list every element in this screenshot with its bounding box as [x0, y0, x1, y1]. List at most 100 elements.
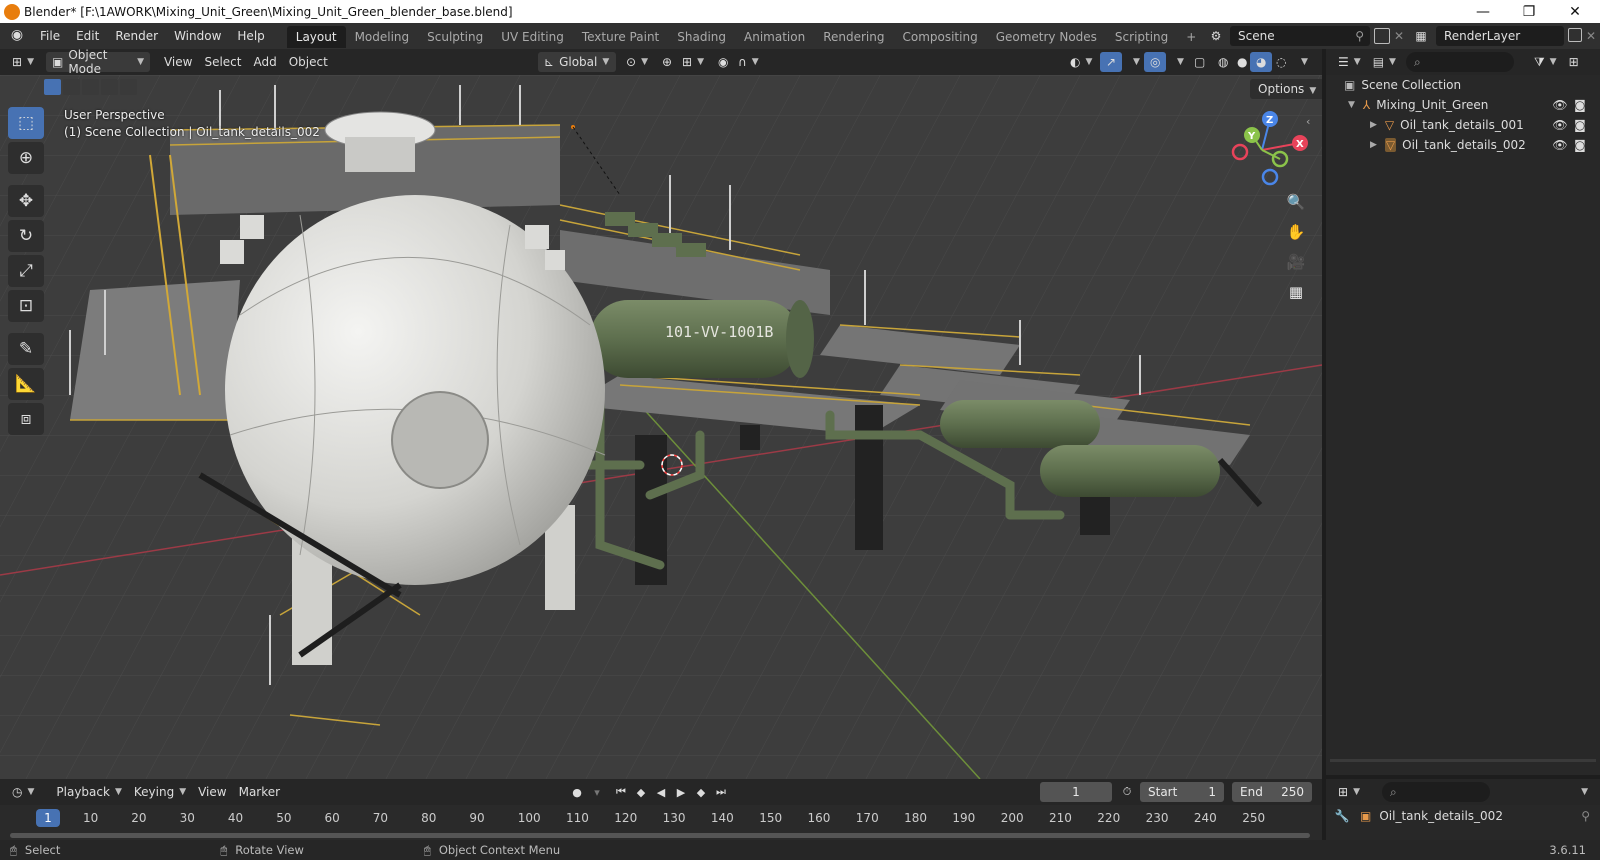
pivot-point-icon[interactable]: ⊙ ▼	[620, 52, 654, 72]
sidebar-toggle-icon[interactable]: ‹	[1306, 115, 1310, 128]
snap-target-icon[interactable]: ⊞ ▼	[676, 52, 710, 72]
properties-search-input[interactable]: ⌕	[1381, 782, 1490, 802]
menu-window[interactable]: Window	[166, 23, 229, 49]
delete-layer-icon[interactable]: ✕	[1586, 26, 1596, 46]
menu-file[interactable]: File	[32, 23, 68, 49]
rotate-icon[interactable]: ↻	[8, 220, 44, 252]
menu-edit[interactable]: Edit	[68, 23, 107, 49]
render-camera-icon[interactable]: ◙	[1572, 118, 1588, 132]
prev-keyframe-icon[interactable]: ◆	[632, 783, 650, 801]
render-camera-icon[interactable]: ◙	[1572, 98, 1588, 112]
end-frame-field[interactable]: End 250	[1232, 782, 1312, 802]
cursor-icon[interactable]: ⊕	[8, 142, 44, 174]
select-intersect-icon[interactable]	[120, 79, 137, 95]
select-subtract-icon[interactable]	[82, 79, 99, 95]
outliner-editor-icon[interactable]: ☰ ▼	[1332, 52, 1367, 72]
tool-settings-icon[interactable]: 🔧	[1332, 809, 1352, 829]
menu-add[interactable]: Add	[248, 52, 283, 72]
play-icon[interactable]: ▶	[672, 783, 690, 801]
pin-icon[interactable]: ⚲	[1581, 809, 1590, 823]
tab-animation[interactable]: Animation	[735, 26, 814, 48]
editor-type-icon[interactable]: ⊞ ▼	[6, 52, 40, 72]
menu-select[interactable]: Select	[198, 52, 247, 72]
pan-hand-icon[interactable]: ✋	[1283, 219, 1309, 245]
select-new-icon[interactable]	[44, 79, 61, 95]
close-button[interactable]: ✕	[1552, 0, 1598, 23]
3d-viewport[interactable]: 101-VV-1001B Z X Y User Perspective (1) …	[0, 75, 1322, 779]
maximize-button[interactable]: ❐	[1506, 0, 1552, 23]
outliner-row-mixing-unit[interactable]: ▼ ⅄ Mixing_Unit_Green 👁 ◙	[1326, 95, 1600, 115]
minimize-button[interactable]: —	[1460, 0, 1506, 23]
view-layer-icon[interactable]: ▦	[1410, 26, 1432, 46]
shading-dropdown-icon[interactable]: ▼	[1290, 52, 1314, 72]
xray-icon[interactable]: ▢	[1188, 52, 1211, 72]
new-scene-icon[interactable]	[1374, 28, 1390, 44]
timeline-area[interactable]: 1 10 20 30 40 50 60 70 80 90 100 110 120 130 140 150 160…	[0, 805, 1322, 840]
camera-view-icon[interactable]: 🎥	[1283, 249, 1309, 275]
menu-view[interactable]: View	[158, 52, 198, 72]
visibility-eye-icon[interactable]: 👁	[1552, 98, 1568, 112]
measure-icon[interactable]: 📐	[8, 368, 44, 400]
blender-menu-icon[interactable]: ◉	[8, 27, 26, 45]
select-extend-icon[interactable]	[63, 79, 80, 95]
falloff-icon[interactable]: ∩ ▼	[732, 52, 765, 72]
add-cube-icon[interactable]: ⧈	[8, 403, 44, 435]
outliner-row-scene-collection[interactable]: ▣ Scene Collection	[1326, 75, 1600, 95]
tab-compositing[interactable]: Compositing	[893, 26, 986, 48]
tab-rendering[interactable]: Rendering	[814, 26, 893, 48]
add-workspace-button[interactable]: +	[1177, 26, 1205, 48]
annotate-icon[interactable]: ✎	[8, 333, 44, 365]
expand-right-icon[interactable]: ▶	[1370, 120, 1377, 130]
playback-menu[interactable]: Playback ▼	[50, 782, 127, 802]
select-box-icon[interactable]: ⬚	[8, 107, 44, 139]
autokey-dropdown-icon[interactable]: ▾	[588, 783, 606, 801]
current-frame-field[interactable]: 1	[1040, 782, 1112, 802]
snap-icon[interactable]: ⊕	[656, 52, 678, 72]
gizmo-toggle-icon[interactable]: ↗	[1100, 52, 1123, 72]
properties-editor-icon[interactable]: ⊞ ▼	[1332, 782, 1366, 802]
jump-end-icon[interactable]: ⏭	[712, 783, 730, 801]
timeline-current-frame-marker[interactable]: 1	[36, 809, 60, 827]
render-layer-field[interactable]: RenderLayer	[1436, 26, 1564, 46]
menu-help[interactable]: Help	[229, 23, 272, 49]
outliner-search-input[interactable]: ⌕	[1405, 52, 1514, 72]
tab-modeling[interactable]: Modeling	[346, 26, 419, 48]
render-camera-icon[interactable]: ◙	[1572, 138, 1588, 152]
overlay-toggle-icon[interactable]: ◎	[1144, 52, 1167, 72]
ortho-toggle-icon[interactable]: ▦	[1283, 279, 1309, 305]
filter-icon[interactable]: ⧩ ▼	[1528, 52, 1563, 72]
tab-layout[interactable]: Layout	[286, 26, 346, 48]
scale-icon[interactable]: ⤢	[8, 255, 44, 287]
play-reverse-icon[interactable]: ◀	[652, 783, 670, 801]
expand-right-icon[interactable]: ▶	[1370, 140, 1377, 150]
new-layer-icon[interactable]	[1568, 28, 1582, 42]
move-icon[interactable]: ✥	[8, 185, 44, 217]
outliner-row-oil-tank-001[interactable]: ▶ ▽ Oil_tank_details_001 👁 ◙	[1326, 115, 1600, 135]
delete-scene-icon[interactable]: ✕	[1394, 26, 1404, 46]
timeline-view-menu[interactable]: View	[192, 782, 232, 802]
tab-texture-paint[interactable]: Texture Paint	[573, 26, 668, 48]
outliner-scrollbar[interactable]	[1330, 759, 1596, 762]
marker-menu[interactable]: Marker	[233, 782, 286, 802]
next-keyframe-icon[interactable]: ◆	[692, 783, 710, 801]
gizmo-dropdown-icon[interactable]: ▼	[1122, 52, 1146, 72]
expand-down-icon[interactable]: ▼	[1348, 100, 1355, 110]
mode-dropdown[interactable]: ▣ Object Mode ▼	[45, 48, 150, 76]
zoom-icon[interactable]: 🔍	[1283, 189, 1309, 215]
jump-start-icon[interactable]: ⏮	[612, 783, 630, 801]
tab-uv-editing[interactable]: UV Editing	[492, 26, 573, 48]
overlay-dropdown-icon[interactable]: ▼	[1166, 52, 1190, 72]
tab-shading[interactable]: Shading	[668, 26, 735, 48]
menu-object[interactable]: Object	[283, 52, 334, 72]
new-collection-icon[interactable]: ⊞	[1563, 52, 1585, 72]
select-invert-icon[interactable]	[101, 79, 118, 95]
scene-field[interactable]: Scene ⚲	[1230, 26, 1370, 46]
scene-selector-icon[interactable]: ⚙	[1205, 26, 1227, 46]
keying-menu[interactable]: Keying ▼	[128, 782, 192, 802]
tab-scripting[interactable]: Scripting	[1106, 26, 1177, 48]
menu-render[interactable]: Render	[107, 23, 166, 49]
tab-sculpting[interactable]: Sculpting	[418, 26, 492, 48]
timeline-scrollbar[interactable]	[10, 833, 1310, 838]
display-mode-icon[interactable]: ▤ ▼	[1367, 52, 1402, 72]
orientation-dropdown[interactable]: ⊾ Global ▼	[538, 52, 616, 72]
